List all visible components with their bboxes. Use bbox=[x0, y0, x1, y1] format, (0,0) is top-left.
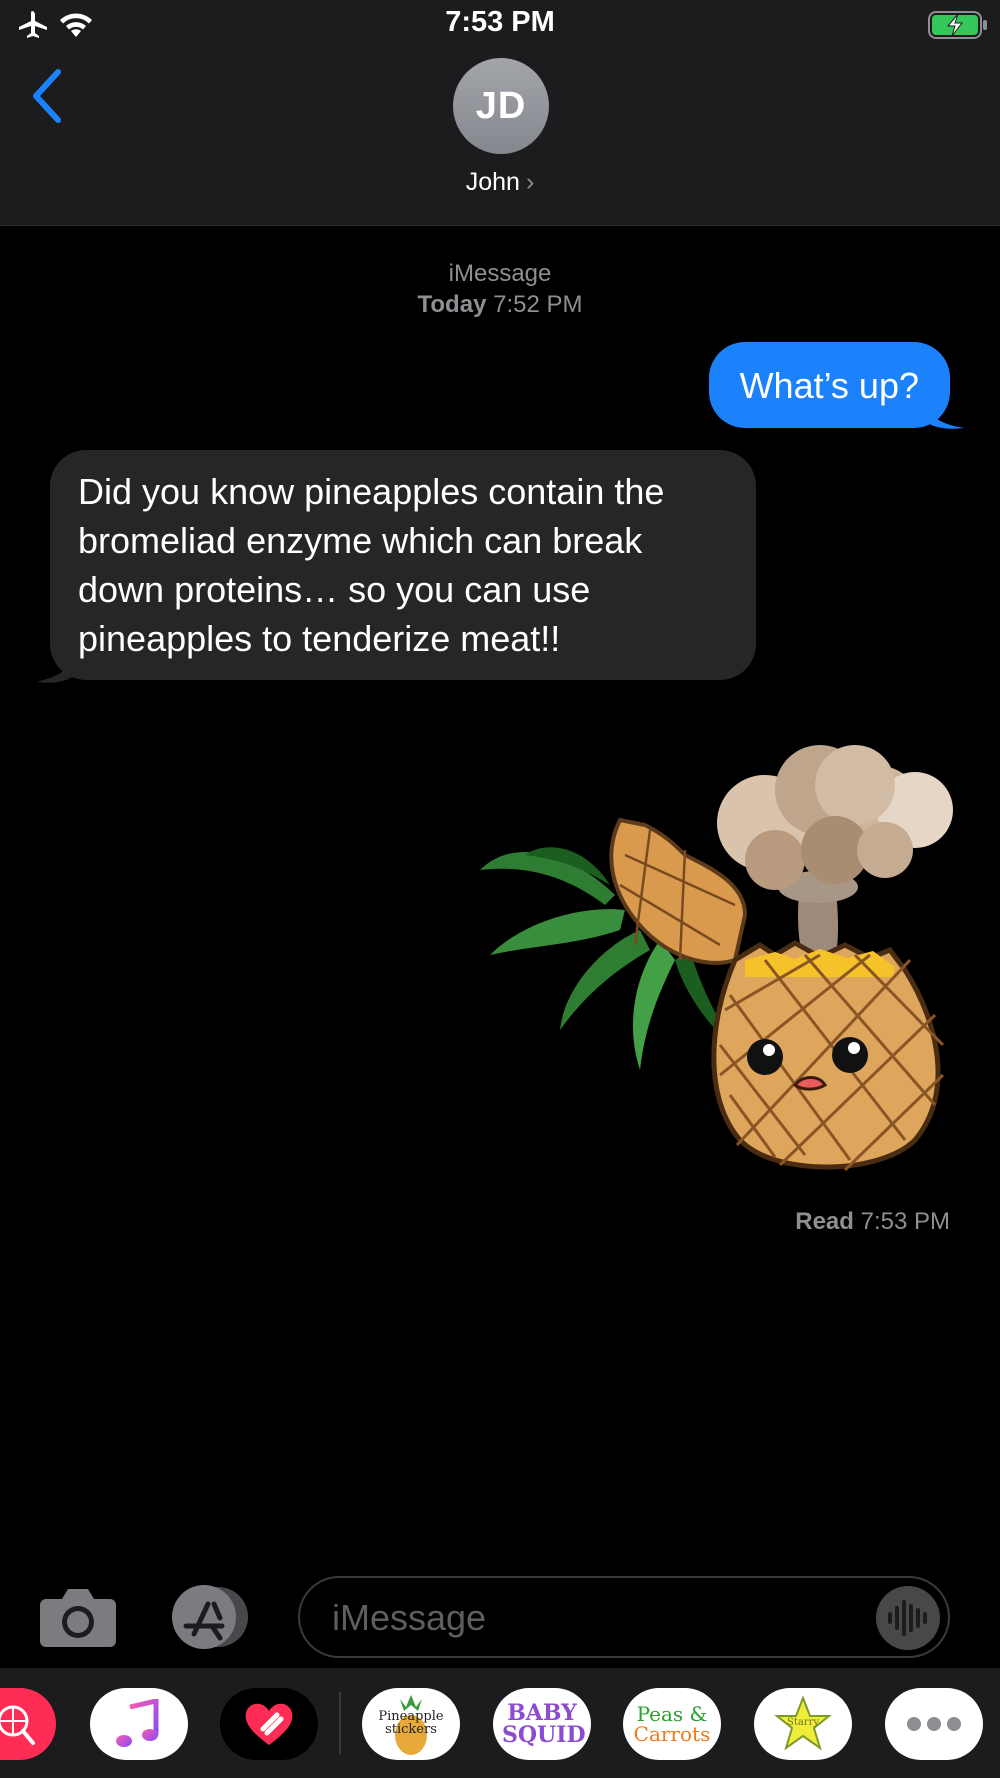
app-label-bottom: Carrots bbox=[633, 1722, 711, 1746]
app-drawer: Pineapple stickers BABY SQUID Peas & Car… bbox=[0, 1668, 1000, 1778]
app-label: Starry bbox=[786, 1717, 820, 1728]
message-text: What’s up? bbox=[739, 364, 919, 406]
outgoing-bubble-tail bbox=[924, 398, 964, 429]
message-compose-field[interactable] bbox=[298, 1576, 950, 1658]
exploding-pineapple-sticker[interactable] bbox=[475, 745, 965, 1175]
app-label: Pineapple stickers bbox=[378, 1709, 444, 1737]
message-text: Did you know pineapples contain the brom… bbox=[78, 471, 665, 659]
contact-name-button[interactable]: John › bbox=[0, 168, 1000, 197]
status-time: 7:53 PM bbox=[445, 6, 555, 38]
app-label: BABY SQUID bbox=[502, 1700, 586, 1748]
more-icon bbox=[907, 1717, 961, 1731]
contact-name: John bbox=[465, 168, 520, 196]
app-pineapple-stickers[interactable]: Pineapple stickers bbox=[362, 1688, 460, 1760]
explosion-cloud bbox=[717, 745, 953, 960]
app-store-button[interactable] bbox=[168, 1584, 258, 1650]
app-more[interactable] bbox=[885, 1688, 983, 1760]
app-digital-touch[interactable] bbox=[220, 1688, 318, 1760]
outgoing-message-bubble[interactable]: What’s up? bbox=[708, 342, 950, 428]
service-label: iMessage bbox=[448, 260, 552, 287]
pineapple-body bbox=[711, 940, 945, 1172]
drawer-divider bbox=[339, 1692, 341, 1754]
globe-search-icon bbox=[0, 1705, 35, 1745]
app-store-icon bbox=[172, 1585, 248, 1649]
incoming-bubble-tail bbox=[36, 650, 76, 683]
heart-icon bbox=[245, 1703, 293, 1745]
app-baby-squid[interactable]: BABY SQUID bbox=[493, 1688, 591, 1760]
back-chevron-icon[interactable] bbox=[26, 66, 70, 126]
battery-charging-icon bbox=[928, 11, 987, 39]
app-peas-and-carrots[interactable]: Peas & Carrots bbox=[623, 1688, 721, 1760]
audio-message-button[interactable] bbox=[876, 1586, 940, 1650]
conversation-timestamp: Today 7:52 PM bbox=[417, 291, 583, 318]
app-starry[interactable]: Starry bbox=[754, 1688, 852, 1760]
music-note-icon bbox=[116, 1699, 159, 1747]
chevron-right-icon: › bbox=[525, 168, 535, 196]
waveform-icon bbox=[888, 1600, 927, 1636]
app-search-images[interactable] bbox=[0, 1688, 56, 1760]
read-receipt: Read 7:53 PM bbox=[795, 1208, 950, 1235]
camera-icon bbox=[40, 1589, 116, 1647]
incoming-message-bubble[interactable]: Did you know pineapples contain the brom… bbox=[50, 450, 756, 680]
camera-button[interactable] bbox=[38, 1585, 118, 1650]
contact-avatar[interactable]: JD bbox=[453, 58, 549, 154]
app-label-top: Peas & bbox=[636, 1702, 708, 1726]
conversation-header: 7:53 PM JD John › bbox=[0, 0, 1000, 226]
message-input[interactable] bbox=[330, 1592, 854, 1644]
app-music[interactable] bbox=[90, 1688, 188, 1760]
